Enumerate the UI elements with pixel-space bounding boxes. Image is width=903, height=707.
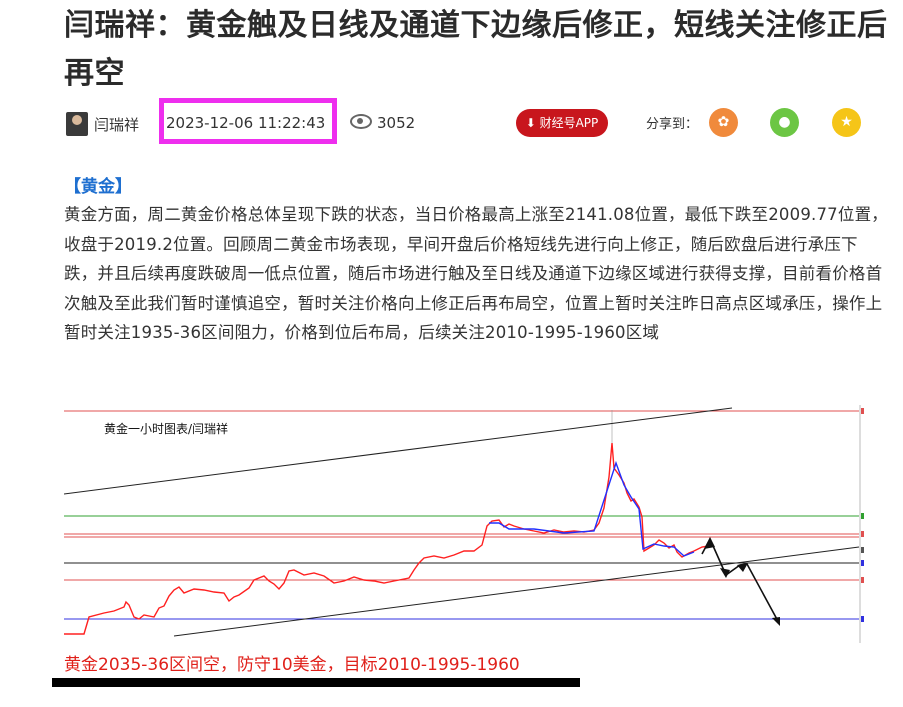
chart-title: 黄金一小时图表/闫瑞祥 [104,421,228,436]
view-count-value: 3052 [377,114,416,132]
wechat-icon[interactable]: ● [770,108,799,137]
section-tag: 【黄金】 [64,177,132,197]
share-label: 分享到： [646,117,699,132]
publish-datetime: 2023-12-06 11:22:43 [166,114,326,132]
redaction-bar [52,678,580,687]
favorite-icon[interactable]: ★ [832,108,861,137]
app-button-label: 财经号APP [539,116,599,130]
download-icon: ⬇ [525,116,536,130]
trade-caption: 黄金2035-36区间空，防守10美金，目标2010-1995-1960 [64,655,520,675]
article-body: 黄金方面，周二黄金价格总体呈现下跌的状态，当日价格最高上涨至2141.08位置，… [64,205,888,342]
eye-icon [350,114,372,129]
weibo-icon[interactable]: ✿ [709,108,738,137]
article-meta: 闫瑞祥 2023-12-06 11:22:43 3052 ⬇ 财经号APP 分享… [64,98,884,148]
view-count: 3052 [350,114,415,132]
app-download-button[interactable]: ⬇ 财经号APP [516,109,608,137]
avatar[interactable] [66,112,88,136]
author-name[interactable]: 闫瑞祥 [94,114,139,135]
gold-hourly-chart: 2141.082131.402118.652105.902093.302080.… [64,405,864,643]
article-title: 闫瑞祥：黄金触及日线及通道下边缘后修正，短线关注修正后再空 [64,8,888,91]
